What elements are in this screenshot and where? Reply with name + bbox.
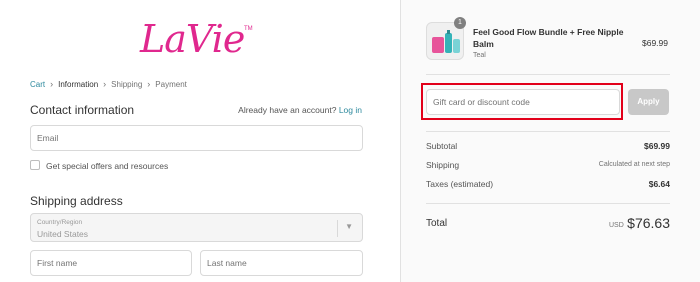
last-name-placeholder: Last name — [207, 258, 247, 268]
total-value: $76.63 — [627, 215, 670, 231]
offers-checkbox[interactable] — [30, 160, 40, 170]
subtotal-value: $69.99 — [644, 141, 670, 151]
divider — [426, 203, 670, 204]
quantity-badge: 1 — [454, 17, 466, 29]
shipping-address-title: Shipping address — [30, 194, 123, 208]
subtotal-label: Subtotal — [426, 141, 458, 151]
brand-logo[interactable]: LaVie TM — [140, 17, 253, 61]
shipping-row: Shipping Calculated at next step — [426, 160, 670, 170]
discount-code-field[interactable]: Gift card or discount code — [426, 89, 620, 115]
logo-text: LaVie — [140, 17, 245, 61]
product-price: $69.99 — [642, 38, 668, 48]
have-account-text: Already have an account? Log in — [238, 105, 362, 115]
total-currency: USD — [609, 222, 624, 229]
discount-code-placeholder: Gift card or discount code — [433, 97, 530, 107]
email-field[interactable]: Email — [30, 125, 363, 151]
checkout-form-panel: LaVie TM Cart › Information › Shipping ›… — [0, 0, 400, 282]
logo-trademark: TM — [244, 26, 253, 32]
shipping-label: Shipping — [426, 160, 460, 170]
taxes-row: Taxes (estimated) $6.64 — [426, 179, 670, 189]
breadcrumb-information: Information — [58, 79, 99, 89]
apply-button[interactable]: Apply — [628, 89, 669, 115]
product-name: Feel Good Flow Bundle + Free Nipple Balm — [473, 27, 624, 49]
chevron-down-icon: ▼ — [345, 222, 353, 231]
breadcrumb-shipping: Shipping — [111, 79, 143, 89]
contact-information-title: Contact information — [30, 103, 135, 117]
shipping-value: Calculated at next step — [598, 161, 670, 168]
first-name-field[interactable]: First name — [30, 250, 192, 276]
taxes-label: Taxes (estimated) — [426, 179, 494, 189]
divider — [426, 74, 670, 75]
last-name-field[interactable]: Last name — [200, 250, 363, 276]
offers-checkbox-label: Get special offers and resources — [46, 161, 169, 171]
breadcrumb: Cart › Information › Shipping › Payment — [30, 79, 187, 89]
breadcrumb-cart[interactable]: Cart — [30, 80, 45, 89]
product-image — [432, 30, 460, 53]
chevron-right-icon: › — [103, 79, 107, 89]
country-label: Country/Region — [37, 219, 83, 226]
breadcrumb-payment: Payment — [155, 79, 187, 89]
first-name-placeholder: First name — [37, 258, 78, 268]
login-link[interactable]: Log in — [339, 105, 362, 115]
subtotal-row: Subtotal $69.99 — [426, 141, 670, 151]
chevron-right-icon: › — [50, 79, 54, 89]
country-value: United States — [37, 229, 89, 239]
have-account-label: Already have an account? — [238, 105, 337, 115]
product-variant: Teal — [473, 52, 486, 59]
country-select[interactable]: Country/Region United States ▼ — [30, 213, 363, 242]
total-label: Total — [426, 218, 448, 229]
select-divider — [337, 220, 338, 237]
taxes-value: $6.64 — [648, 179, 670, 189]
email-placeholder: Email — [37, 133, 59, 143]
divider — [426, 131, 670, 132]
chevron-right-icon: › — [147, 79, 151, 89]
